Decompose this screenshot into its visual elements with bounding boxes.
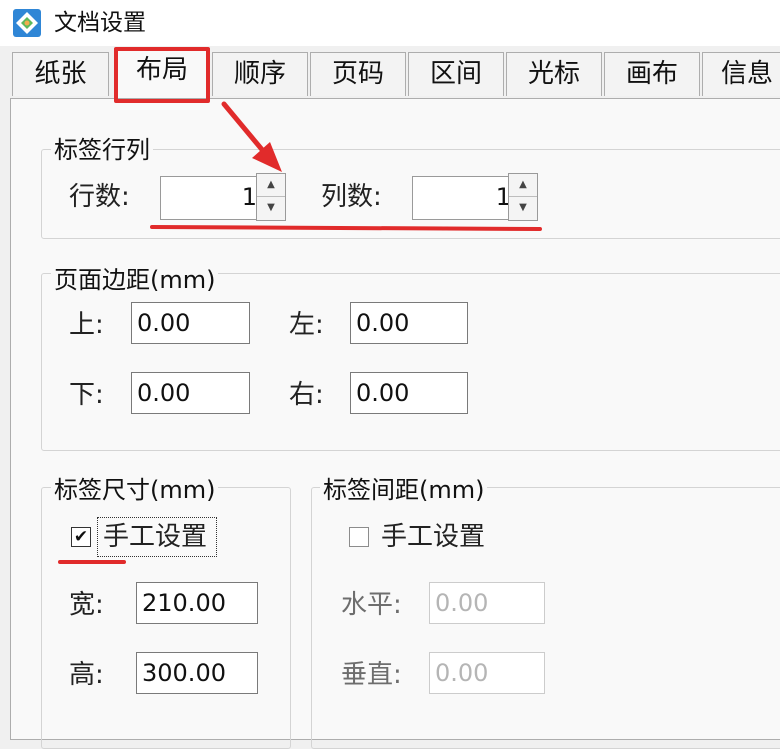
annotation-arrow-icon	[221, 101, 282, 172]
annotation-underline	[58, 560, 126, 564]
